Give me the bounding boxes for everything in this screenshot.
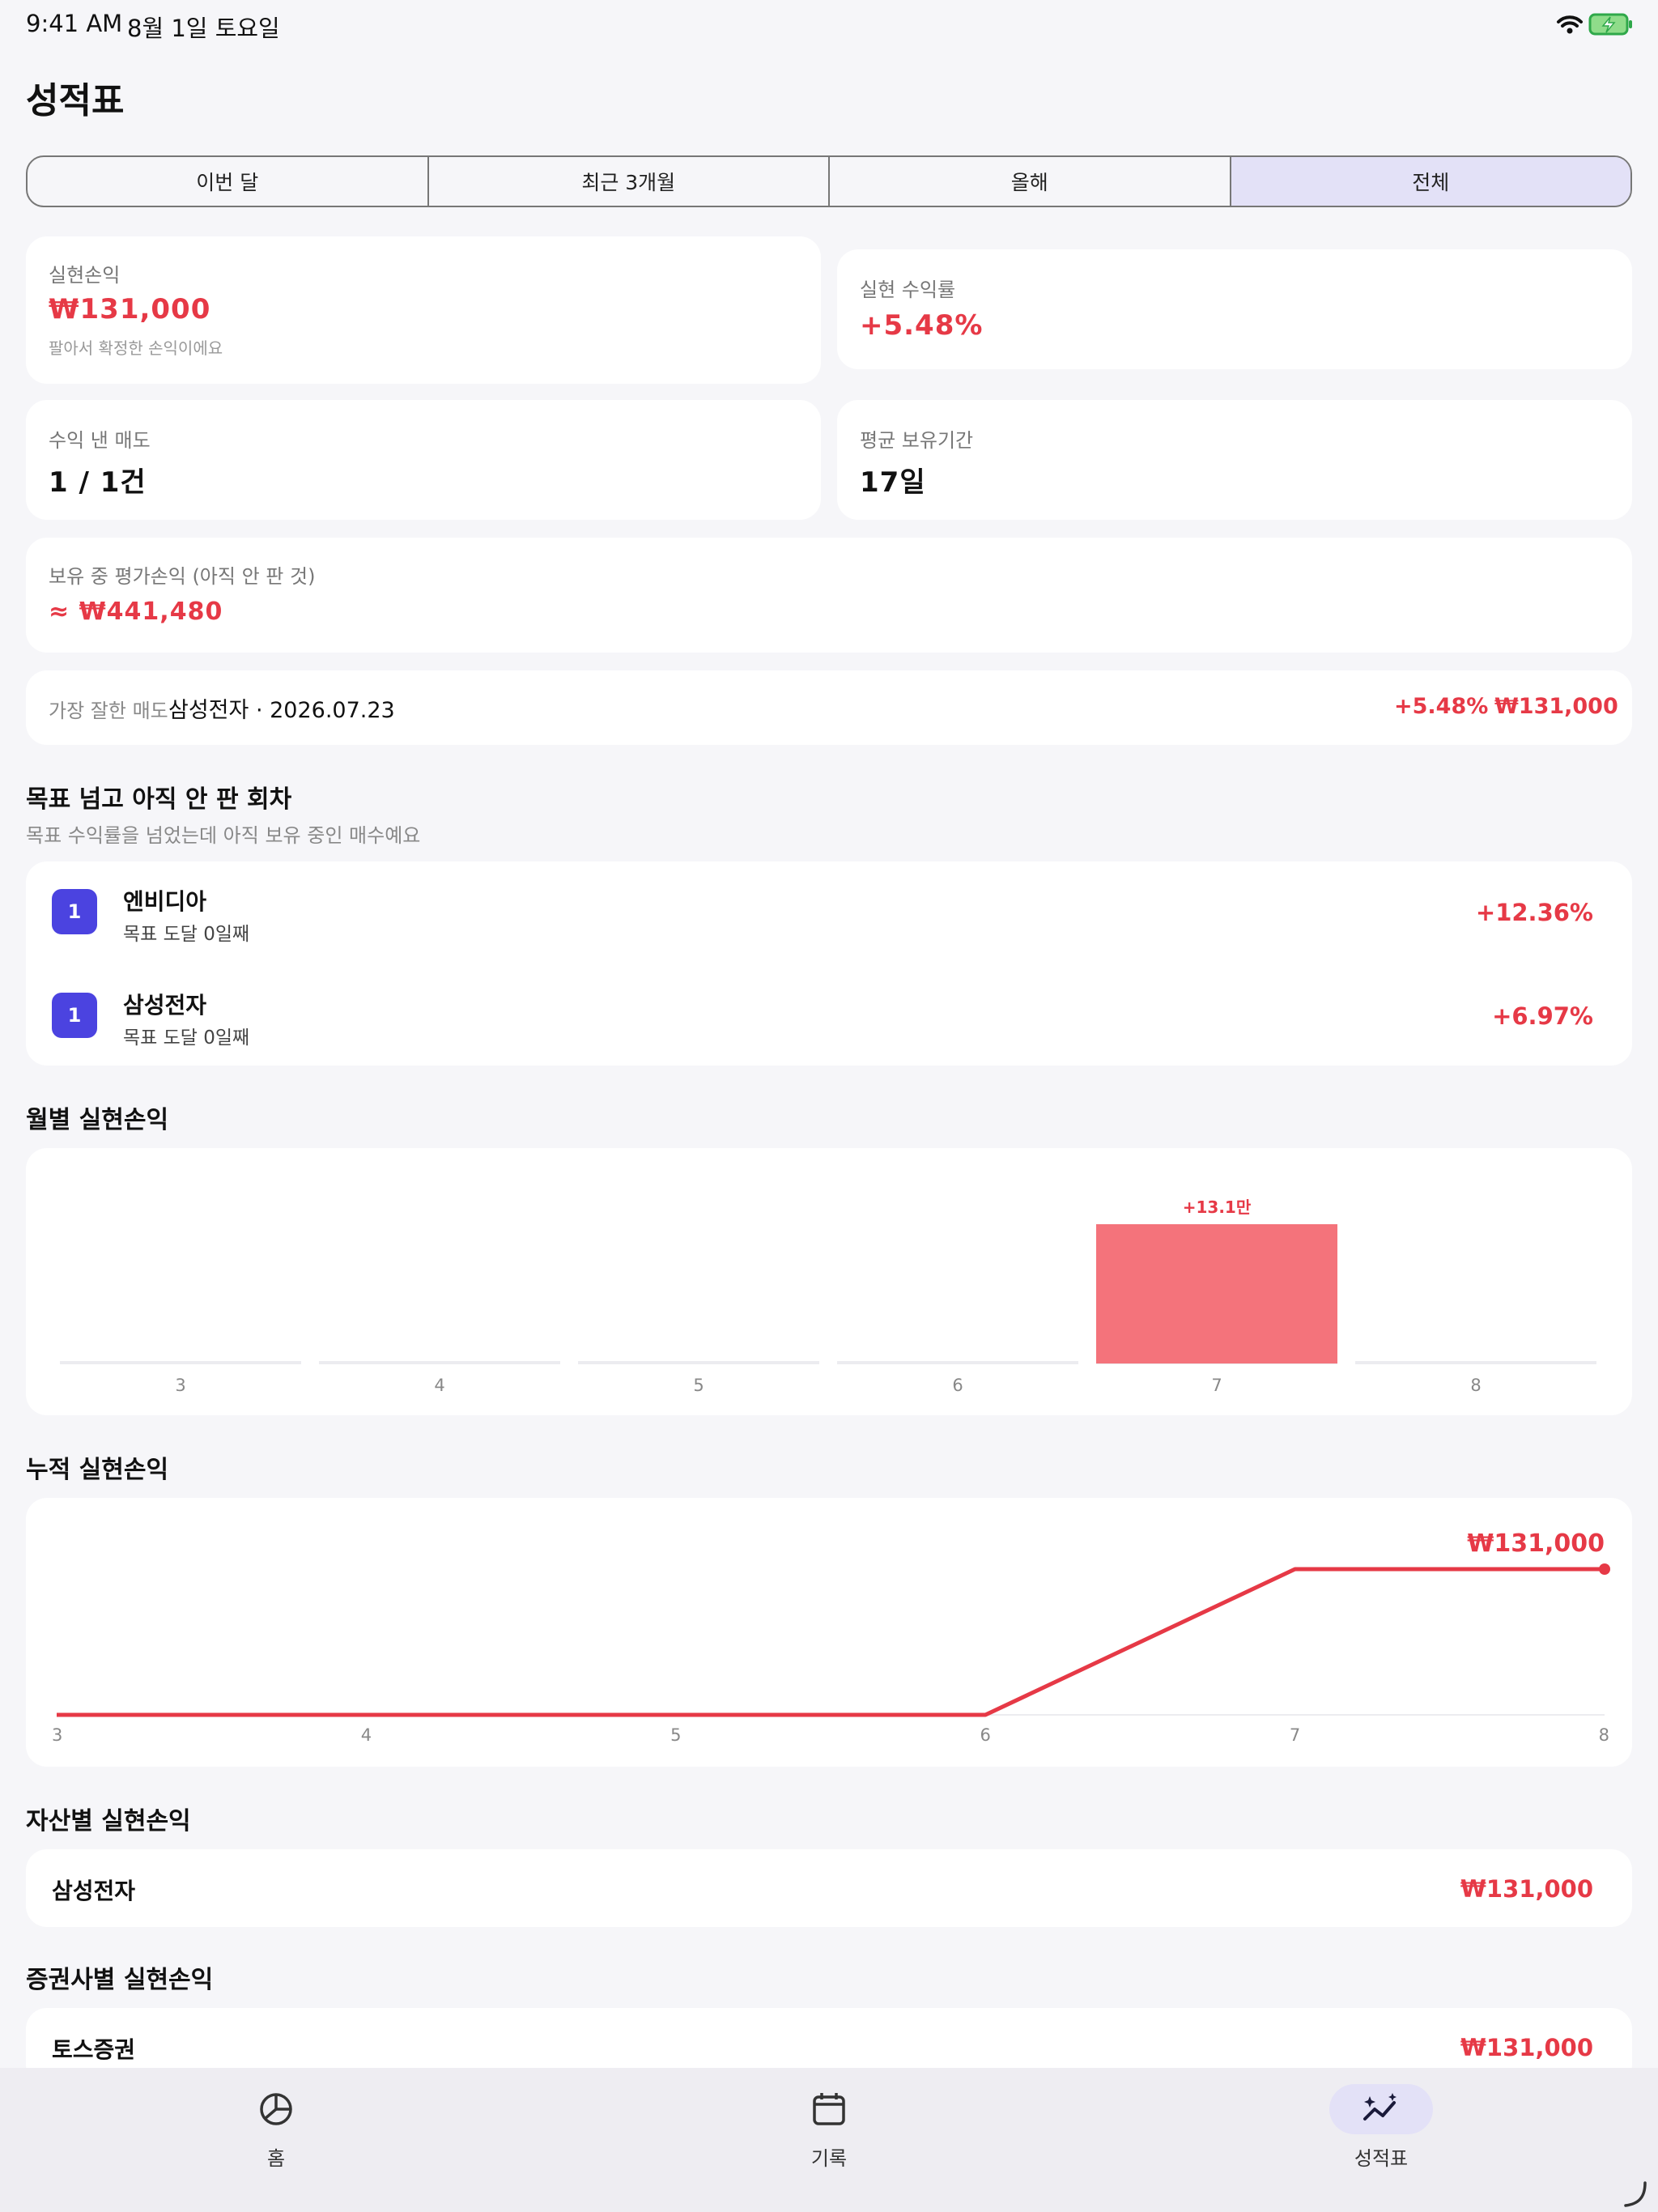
list-item-name: 삼성전자	[123, 992, 207, 1019]
list-item[interactable]: 1 삼성전자 목표 도달 0일째 +6.97%	[26, 963, 1632, 1066]
sparkle-chart-icon	[1329, 2084, 1433, 2134]
bar-7	[1096, 1224, 1337, 1363]
realized-rate-label: 실현 수익률	[860, 279, 956, 301]
targets-section-title: 목표 넘고 아직 안 판 회차	[26, 785, 292, 814]
realized-pnl-label: 실현손익	[49, 264, 121, 287]
best-sale-card[interactable]: 가장 잘한 매도 삼성전자 · 2026.07.23 +5.48% ₩131,0…	[26, 670, 1632, 745]
avg-holding-value: 17일	[860, 466, 926, 499]
segment-all[interactable]: 전체	[1231, 157, 1630, 206]
monthly-bar-chart: 3 4 5 6 +13.1만 7 8	[60, 1197, 1596, 1395]
monthly-chart-card: 3 4 5 6 +13.1만 7 8	[26, 1148, 1632, 1415]
status-bar: 9:41 AM 8월 1일 토요일	[0, 0, 1658, 49]
unrealized-pnl-card: 보유 중 평가손익 (아직 안 판 것) ≈ ₩441,480	[26, 538, 1632, 653]
segment-this-month[interactable]: 이번 달	[28, 157, 429, 206]
monthly-chart-title: 월별 실현손익	[26, 1106, 169, 1134]
x-tick-label: 8	[1599, 1725, 1609, 1745]
unrealized-pnl-label: 보유 중 평가손익 (아직 안 판 것)	[49, 565, 316, 588]
unrealized-pnl-value: ≈ ₩441,480	[49, 598, 223, 626]
bar-baseline	[837, 1361, 1078, 1364]
cumulative-line-chart: ₩131,000 3 4 5 6 7 8	[52, 1529, 1610, 1745]
battery-charging-icon	[1588, 13, 1632, 36]
cumulative-chart-card: ₩131,000 3 4 5 6 7 8	[26, 1498, 1632, 1767]
bar-data-label: +13.1만	[1183, 1197, 1252, 1217]
list-item[interactable]: 1 엔비디아 목표 도달 0일째 +12.36%	[26, 861, 1632, 963]
realized-pnl-note: 팔아서 확정한 손익이에요	[49, 338, 223, 358]
x-tick-label: 3	[52, 1725, 62, 1745]
tab-records[interactable]: 기록	[748, 2068, 910, 2181]
cumulative-series-line	[57, 1567, 1605, 1717]
cumulative-chart-title: 누적 실현손익	[26, 1456, 169, 1484]
x-tick-label: 5	[670, 1725, 681, 1745]
x-tick-label: 5	[693, 1376, 704, 1395]
line-end-point	[1599, 1563, 1610, 1575]
bar-baseline	[578, 1361, 819, 1364]
tab-report-card[interactable]: 성적표	[1300, 2068, 1462, 2181]
asset-value: ₩131,000	[1460, 1875, 1593, 1903]
x-tick-label: 6	[980, 1725, 991, 1745]
rank-badge: 1	[52, 889, 97, 934]
wifi-icon	[1557, 15, 1583, 34]
realized-pnl-card: 실현손익 ₩131,000 팔아서 확정한 손익이에요	[26, 236, 821, 384]
page-title: 성적표	[26, 80, 125, 121]
x-tick-label: 4	[361, 1725, 372, 1745]
by-broker-title: 증권사별 실현손익	[26, 1966, 214, 1994]
list-item-sub: 목표 도달 0일째	[123, 924, 250, 945]
pie-chart-icon	[224, 2084, 328, 2134]
realized-rate-card: 실현 수익률 +5.48%	[837, 249, 1632, 369]
broker-value: ₩131,000	[1460, 2034, 1593, 2061]
tab-report-card-label: 성적표	[1354, 2147, 1409, 2170]
period-segmented-control: 이번 달 최근 3개월 올해 전체	[26, 155, 1632, 207]
list-item-rate: +6.97%	[1492, 1002, 1593, 1030]
x-tick-label: 6	[952, 1376, 963, 1395]
x-tick-label: 7	[1290, 1725, 1300, 1745]
list-item-name: 엔비디아	[123, 888, 207, 915]
rank-badge: 1	[52, 993, 97, 1038]
x-tick-label: 4	[434, 1376, 444, 1395]
status-time: 9:41 AM	[26, 10, 123, 37]
bar-baseline	[60, 1361, 301, 1364]
realized-pnl-value: ₩131,000	[49, 293, 211, 325]
tab-home[interactable]: 홈	[195, 2068, 357, 2181]
best-sale-label: 가장 잘한 매도	[49, 700, 168, 722]
realized-rate-value: +5.48%	[860, 309, 984, 342]
x-tick-label: 3	[175, 1376, 185, 1395]
list-item-rate: +12.36%	[1475, 899, 1593, 926]
resize-handle-icon	[1624, 2181, 1647, 2207]
targets-section-subtitle: 목표 수익률을 넘었는데 아직 보유 중인 매수예요	[26, 824, 421, 847]
by-asset-card[interactable]: 삼성전자 ₩131,000	[26, 1849, 1632, 1927]
tab-home-label: 홈	[266, 2147, 286, 2170]
calendar-icon	[777, 2084, 881, 2134]
broker-name: 토스증권	[52, 2036, 136, 2063]
winning-sales-label: 수익 낸 매도	[49, 429, 151, 452]
asset-name: 삼성전자	[52, 1878, 136, 1904]
best-sale-amount: ₩131,000	[1494, 694, 1618, 719]
line-end-label: ₩131,000	[1467, 1529, 1605, 1558]
segment-this-year[interactable]: 올해	[830, 157, 1231, 206]
best-sale-rate: +5.48%	[1394, 694, 1489, 719]
x-tick-label: 7	[1211, 1376, 1222, 1395]
winning-sales-card: 수익 낸 매도 1 / 1건	[26, 400, 821, 520]
avg-holding-card: 평균 보유기간 17일	[837, 400, 1632, 520]
avg-holding-label: 평균 보유기간	[860, 429, 974, 452]
bar-baseline	[319, 1361, 560, 1364]
x-tick-label: 8	[1470, 1376, 1481, 1395]
targets-list: 1 엔비디아 목표 도달 0일째 +12.36% 1 삼성전자 목표 도달 0일…	[26, 861, 1632, 1066]
segment-recent-3-months[interactable]: 최근 3개월	[429, 157, 830, 206]
tab-records-label: 기록	[810, 2147, 848, 2170]
winning-sales-value: 1 / 1건	[49, 466, 147, 499]
bar-baseline	[1355, 1361, 1596, 1364]
tab-bar: 홈 기록 성적표	[0, 2068, 1658, 2212]
status-date: 8월 1일 토요일	[127, 15, 280, 42]
list-item-sub: 목표 도달 0일째	[123, 1027, 250, 1049]
by-asset-title: 자산별 실현손익	[26, 1807, 191, 1836]
best-sale-name: 삼성전자 · 2026.07.23	[168, 698, 395, 723]
